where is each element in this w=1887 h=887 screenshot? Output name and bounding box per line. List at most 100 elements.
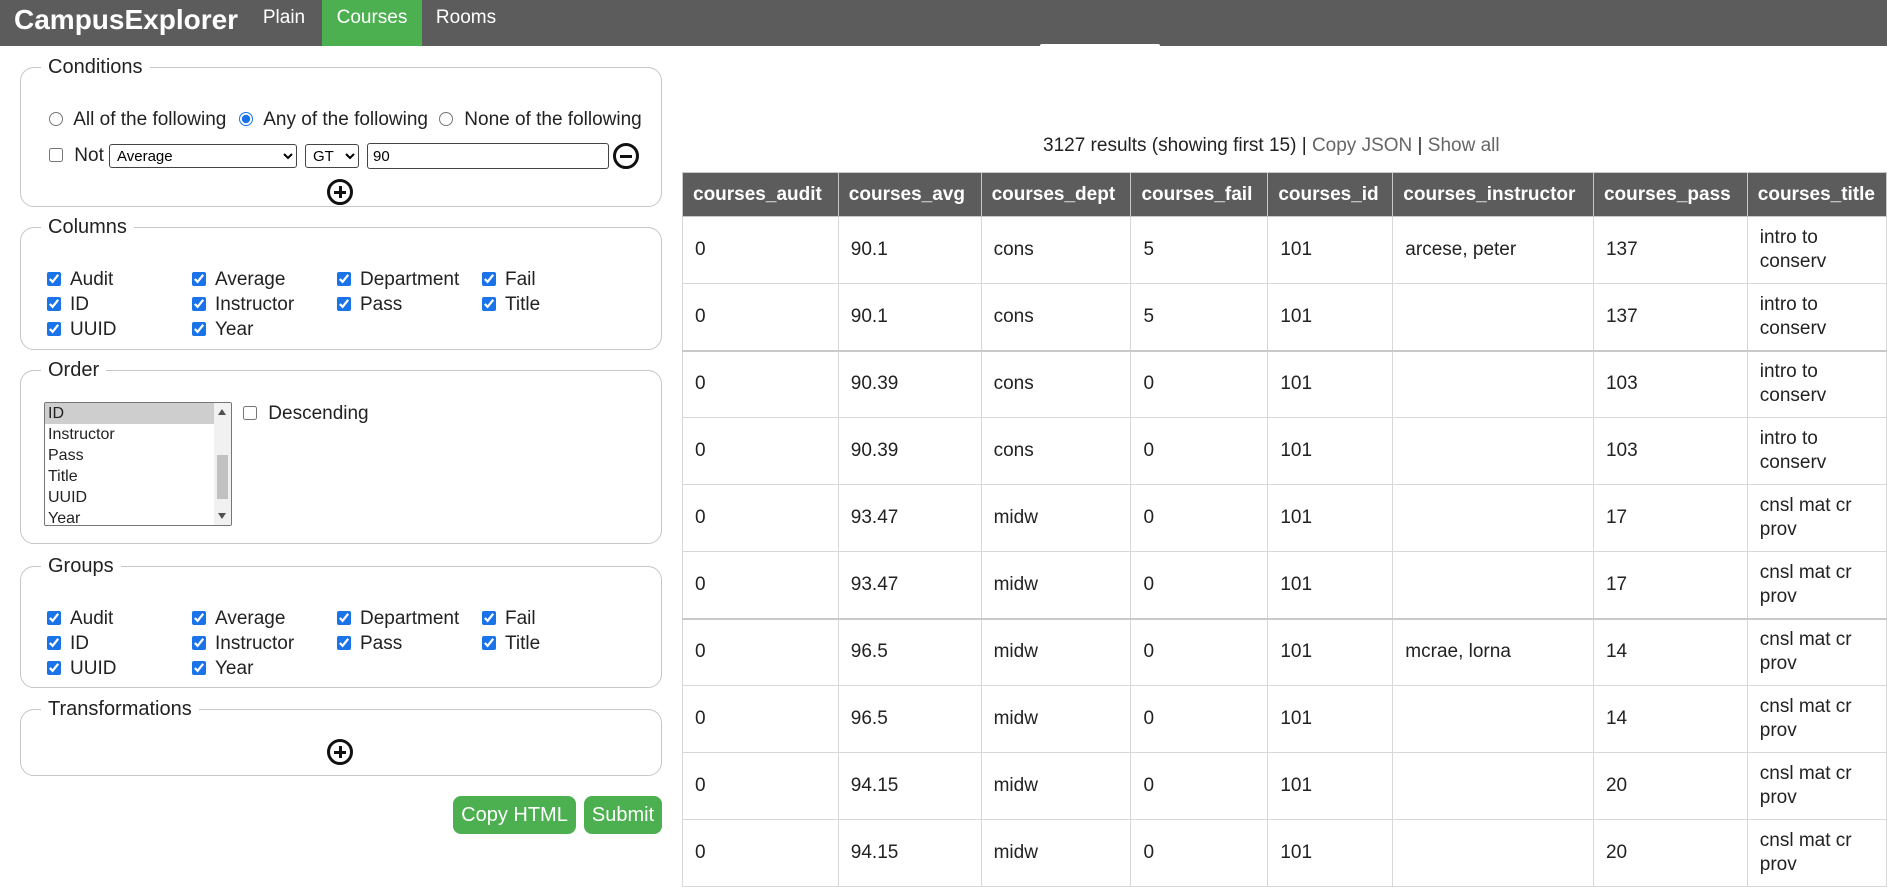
- column-option-average[interactable]: Average: [192, 269, 337, 291]
- column-department-checkbox[interactable]: [337, 272, 351, 286]
- order-option[interactable]: ID: [45, 403, 231, 424]
- condition-operator-select[interactable]: EQGTLT: [305, 144, 359, 168]
- order-option[interactable]: Year: [45, 508, 231, 525]
- condition-not[interactable]: Not: [49, 145, 104, 167]
- columns-panel: Columns Audit Average Department Fail ID…: [20, 216, 662, 350]
- table-cell-courses_pass: 137: [1592, 283, 1748, 351]
- order-listbox[interactable]: ID Instructor Pass Title UUID Year: [44, 402, 232, 526]
- condition-field-select[interactable]: AuditAverageDepartmentFailIDInstructorPa…: [109, 144, 297, 168]
- column-year-checkbox[interactable]: [192, 322, 206, 336]
- condition-mode-none[interactable]: None of the following: [439, 109, 642, 131]
- group-option-department[interactable]: Department: [337, 608, 482, 630]
- scroll-up-arrow-icon[interactable]: [218, 409, 226, 415]
- table-row: 0 96.5 midw 0 101 mcrae, lorna 14 cnsl mat cr p…: [682, 617, 1887, 686]
- column-uuid-checkbox[interactable]: [47, 322, 61, 336]
- table-row: 0 96.5 midw 0 101 14 cnsl mat cr prov: [682, 685, 1887, 753]
- column-id-checkbox[interactable]: [47, 297, 61, 311]
- group-id-checkbox[interactable]: [47, 636, 61, 650]
- tab-courses[interactable]: Courses: [322, 0, 422, 46]
- condition-mode-none-radio[interactable]: [439, 112, 453, 126]
- group-uuid-checkbox[interactable]: [47, 661, 61, 675]
- group-option-year[interactable]: Year: [192, 658, 337, 680]
- group-option-audit[interactable]: Audit: [47, 608, 192, 630]
- column-average-checkbox[interactable]: [192, 272, 206, 286]
- column-header[interactable]: courses_instructor: [1392, 172, 1594, 217]
- group-pass-checkbox[interactable]: [337, 636, 351, 650]
- column-option-department[interactable]: Department: [337, 269, 482, 291]
- table-cell-courses_id: 101: [1267, 685, 1394, 753]
- order-option[interactable]: Title: [45, 466, 231, 487]
- show-all-link[interactable]: Show all: [1428, 135, 1500, 156]
- separator: |: [1417, 135, 1423, 156]
- group-option-label: UUID: [70, 658, 117, 679]
- scroll-down-arrow-icon[interactable]: [218, 513, 226, 519]
- group-option-id[interactable]: ID: [47, 633, 192, 655]
- table-cell-courses_instructor: [1392, 551, 1594, 619]
- column-header[interactable]: courses_audit: [682, 172, 839, 217]
- condition-mode-all-radio[interactable]: [49, 112, 63, 126]
- tab-rooms[interactable]: Rooms: [428, 0, 504, 46]
- column-option-audit[interactable]: Audit: [47, 269, 192, 291]
- column-option-pass[interactable]: Pass: [337, 294, 482, 316]
- condition-not-checkbox[interactable]: [49, 148, 63, 162]
- plus-circle-icon[interactable]: [327, 179, 353, 205]
- results-summary-line: 3127 results (showing first 15) | Copy J…: [1043, 135, 1500, 157]
- group-option-title[interactable]: Title: [482, 633, 627, 655]
- column-header[interactable]: courses_dept: [980, 172, 1132, 217]
- group-title-checkbox[interactable]: [482, 636, 496, 650]
- group-average-checkbox[interactable]: [192, 611, 206, 625]
- group-option-fail[interactable]: Fail: [482, 608, 627, 630]
- order-descending-checkbox[interactable]: [243, 406, 257, 420]
- copy-json-link[interactable]: Copy JSON: [1312, 135, 1412, 156]
- table-row: 0 94.15 midw 0 101 20 cnsl mat cr prov: [682, 752, 1887, 820]
- submit-button[interactable]: Submit: [584, 796, 662, 834]
- column-option-uuid[interactable]: UUID: [47, 319, 192, 341]
- group-option-uuid[interactable]: UUID: [47, 658, 192, 680]
- condition-mode-all[interactable]: All of the following: [49, 109, 226, 131]
- table-cell-courses_avg: 94.15: [837, 752, 982, 820]
- group-option-pass[interactable]: Pass: [337, 633, 482, 655]
- table-cell-courses_fail: 0: [1130, 617, 1269, 686]
- column-header[interactable]: courses_fail: [1130, 172, 1269, 217]
- minus-circle-icon[interactable]: [613, 143, 639, 169]
- group-year-checkbox[interactable]: [192, 661, 206, 675]
- column-title-checkbox[interactable]: [482, 297, 496, 311]
- column-header[interactable]: courses_title: [1746, 172, 1887, 217]
- results-table: courses_audit courses_avg courses_dept c…: [682, 172, 1887, 887]
- order-option[interactable]: Pass: [45, 445, 231, 466]
- column-pass-checkbox[interactable]: [337, 297, 351, 311]
- column-option-id[interactable]: ID: [47, 294, 192, 316]
- column-option-fail[interactable]: Fail: [482, 269, 627, 291]
- group-option-average[interactable]: Average: [192, 608, 337, 630]
- condition-mode-any-radio[interactable]: [239, 112, 253, 126]
- column-header[interactable]: courses_id: [1267, 172, 1394, 217]
- group-audit-checkbox[interactable]: [47, 611, 61, 625]
- table-row: 0 94.15 midw 0 101 20 cnsl mat cr prov: [682, 819, 1887, 887]
- column-instructor-checkbox[interactable]: [192, 297, 206, 311]
- copy-html-button[interactable]: Copy HTML: [453, 796, 576, 834]
- table-cell-courses_audit: 0: [682, 819, 839, 887]
- column-option-instructor[interactable]: Instructor: [192, 294, 337, 316]
- table-cell-courses_id: 101: [1267, 417, 1394, 485]
- column-option-title[interactable]: Title: [482, 294, 627, 316]
- order-descending[interactable]: Descending: [243, 403, 369, 425]
- plus-circle-icon[interactable]: [327, 739, 353, 765]
- table-cell-courses_avg: 96.5: [837, 617, 982, 686]
- group-department-checkbox[interactable]: [337, 611, 351, 625]
- results-body: 0 90.1 cons 5 101 arcese, peter 137 intro to co…: [682, 216, 1887, 887]
- condition-value-input[interactable]: [367, 143, 609, 169]
- column-option-year[interactable]: Year: [192, 319, 337, 341]
- order-listbox-scrollbar[interactable]: [214, 403, 231, 525]
- order-option[interactable]: Instructor: [45, 424, 231, 445]
- column-fail-checkbox[interactable]: [482, 272, 496, 286]
- group-option-instructor[interactable]: Instructor: [192, 633, 337, 655]
- column-header[interactable]: courses_avg: [837, 172, 982, 217]
- scroll-thumb[interactable]: [217, 455, 228, 499]
- order-option[interactable]: UUID: [45, 487, 231, 508]
- group-instructor-checkbox[interactable]: [192, 636, 206, 650]
- tab-plain[interactable]: Plain: [253, 0, 315, 46]
- column-header[interactable]: courses_pass: [1592, 172, 1748, 217]
- condition-mode-any[interactable]: Any of the following: [239, 109, 428, 131]
- group-fail-checkbox[interactable]: [482, 611, 496, 625]
- column-audit-checkbox[interactable]: [47, 272, 61, 286]
